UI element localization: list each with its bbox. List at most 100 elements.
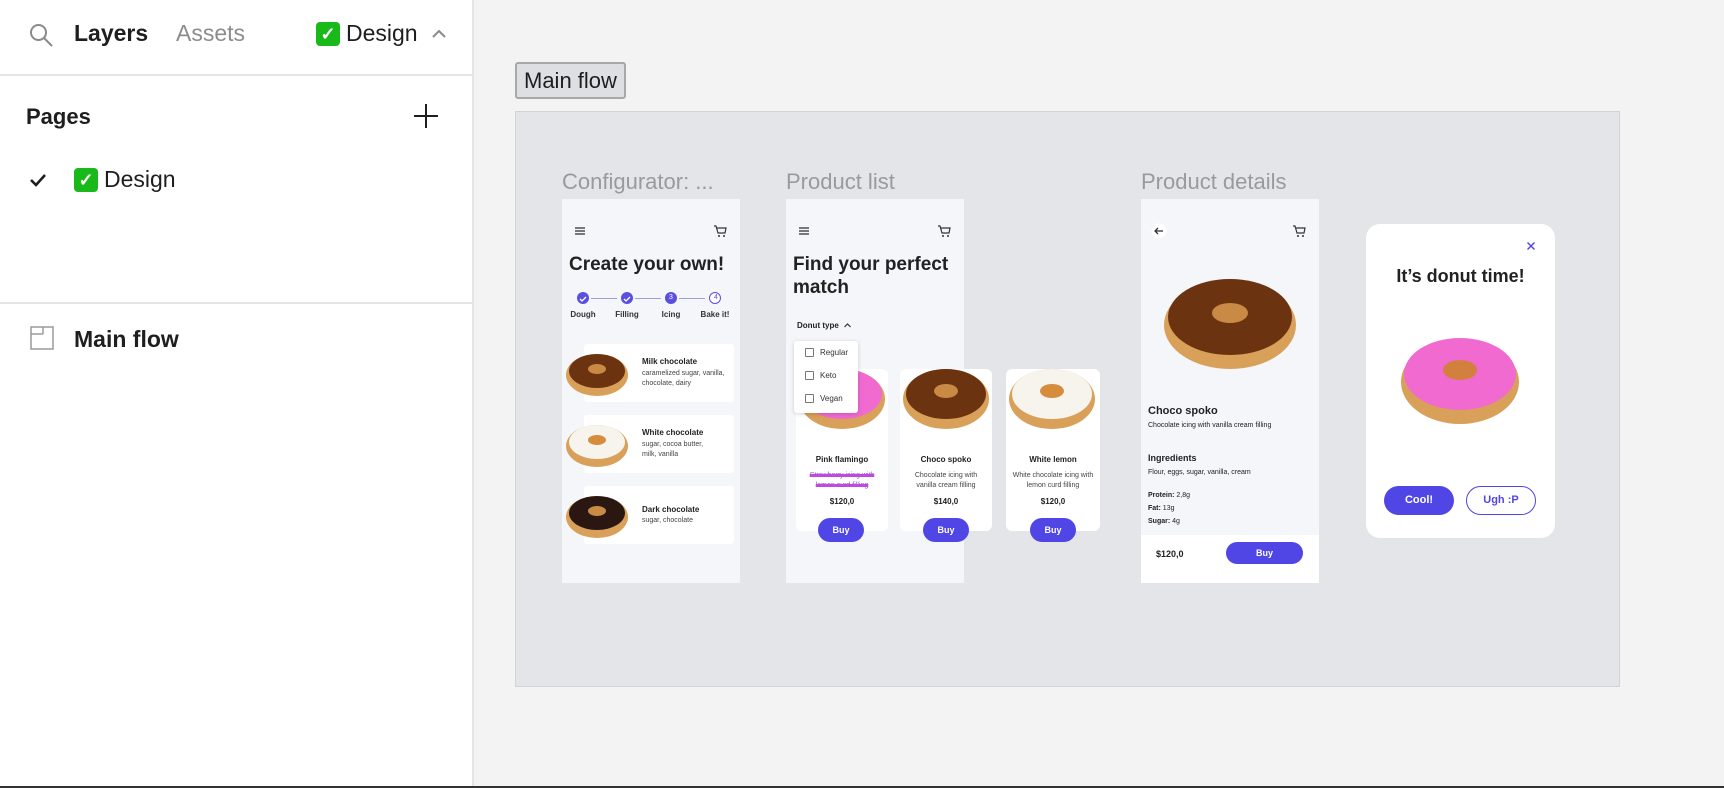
dialog-title: It’s donut time! [1396,266,1525,286]
chevron-up-icon [431,29,446,38]
choco-spoko-donut-image [1164,279,1296,369]
frame-configurator[interactable]: Create your own! 3 4 Dough Filling Icing… [562,199,740,583]
option-label: Vegan [820,394,843,403]
frame-product-list[interactable]: Find your perfect match Pink flamingo St… [786,199,1100,583]
cool-button[interactable]: Cool! [1384,486,1454,515]
filter-option-regular[interactable]: Regular [805,348,848,357]
option-title: Dark chocolate [642,505,700,514]
white-lemon-donut-image [1009,369,1095,429]
filter-option-vegan[interactable]: Vegan [805,394,843,403]
filter-option-keto[interactable]: Keto [805,371,836,380]
choco-spoko-donut-image [903,369,989,429]
step-connector [679,298,705,299]
tab-layers[interactable]: Layers [74,20,148,47]
product-description: Chocolate icing with vanilla cream filli… [914,472,978,489]
cart-icon[interactable] [712,223,728,239]
check-icon [30,174,46,187]
check-emoji-icon: ✓ [74,167,98,192]
pages-title: Pages [26,104,91,129]
step-current-dot[interactable]: 3 [665,292,677,304]
page-switcher[interactable]: ✓ Design [316,20,448,47]
option-title: White chocolate [642,428,704,437]
layers-sidebar: Layers Assets ✓ Design Pages ✓ Design Ma… [0,0,474,786]
milk-chocolate-donut-image [566,354,628,396]
plus-icon[interactable] [412,102,440,130]
layer-label: Main flow [74,326,179,352]
step-label: Icing [661,310,681,319]
ingredients-title: Ingredients [1148,453,1197,463]
configurator-heading: Create your own! [569,254,725,275]
white-chocolate-donut-image [566,425,628,467]
step-done-dot[interactable] [621,292,633,304]
close-icon[interactable] [1526,241,1536,251]
ingredients-list: Flour, eggs, sugar, vanilla, cream [1148,469,1251,476]
dropdown-label: Donut type [797,321,839,330]
checkbox[interactable] [805,348,814,357]
product-price: $120,0 [829,497,855,506]
product-name: Choco spoko [920,455,972,464]
check-emoji-icon: ✓ [316,21,340,46]
chevron-up-icon [843,323,851,328]
frame-label-product-list[interactable]: Product list [786,169,895,195]
sidebar-header: Layers Assets ✓ Design [0,0,474,76]
option-subtitle: sugar, chocolate [642,517,693,524]
product-price: $140,0 [933,497,959,506]
pages-section: Pages ✓ Design [0,78,474,304]
option-subtitle: caramelized sugar, vanilla, chocolate, d… [642,370,725,387]
step-number: 3 [669,294,673,301]
step-todo-dot[interactable]: 4 [709,292,721,304]
dark-chocolate-donut-image [566,496,628,538]
product-price: $120,0 [1156,549,1184,559]
option-label: Keto [820,371,837,380]
search-icon[interactable] [28,22,54,48]
option-label: Regular [820,348,849,357]
menu-icon[interactable] [572,223,588,239]
option-subtitle: sugar, cocoa butter, milk, vanilla [642,441,704,458]
product-name: Choco spoko [1148,405,1218,417]
back-arrow-icon[interactable] [1151,223,1167,239]
nutrition-row: Fat: 13g [1148,505,1175,512]
frame-label-configurator[interactable]: Configurator: ... [562,169,714,195]
dropdown-menu: Regular Keto Vegan [794,341,858,413]
frame-label-product-details[interactable]: Product details [1141,169,1287,195]
step-connector [591,298,617,299]
cart-icon[interactable] [1291,223,1307,239]
frame-icon [30,326,54,350]
product-description: Strawberry icing with lemon curd filling [809,472,875,489]
step-connector [635,298,661,299]
checkbox[interactable] [805,371,814,380]
tab-assets[interactable]: Assets [176,20,245,47]
ugh-button[interactable]: Ugh :P [1466,486,1536,515]
page-item-label: Design [104,166,176,192]
buy-button[interactable]: Buy [818,518,864,542]
frame-donut-time-dialog[interactable]: It’s donut time! Cool! Ugh :P [1366,224,1555,538]
option-title: Milk chocolate [642,357,698,366]
step-label: Dough [570,310,596,319]
product-price: $120,0 [1040,497,1066,506]
section-label[interactable]: Main flow [515,62,626,99]
step-done-dot[interactable] [577,292,589,304]
pink-donut-image [1401,338,1519,424]
check-icon [623,296,631,302]
page-item-design[interactable]: ✓ Design [0,160,474,200]
step-label: Filling [615,310,639,319]
buy-button[interactable]: Buy [1030,518,1076,542]
product-name: White lemon [1029,455,1077,464]
product-description: Chocolate icing with vanilla cream filli… [1148,422,1272,429]
layer-item-main-flow[interactable]: Main flow [0,318,474,358]
check-icon [579,296,587,302]
checkbox[interactable] [805,394,814,403]
menu-icon[interactable] [796,223,812,239]
page-switcher-label: Design [346,20,418,46]
nutrition-row: Sugar: 4g [1148,518,1180,525]
step-label: Bake it! [700,310,730,319]
cart-icon[interactable] [936,223,952,239]
product-list-heading: Find your perfect match [793,254,949,298]
product-name: Pink flamingo [815,455,869,464]
donut-type-dropdown[interactable]: Donut type [797,321,852,330]
product-description: White chocolate icing with lemon curd fi… [1012,472,1094,489]
frame-product-details[interactable]: Choco spoko Chocolate icing with vanilla… [1141,199,1319,583]
nutrition-row: Protein: 2,8g [1148,492,1191,499]
buy-button[interactable]: Buy [1226,542,1303,564]
buy-button[interactable]: Buy [923,518,969,542]
